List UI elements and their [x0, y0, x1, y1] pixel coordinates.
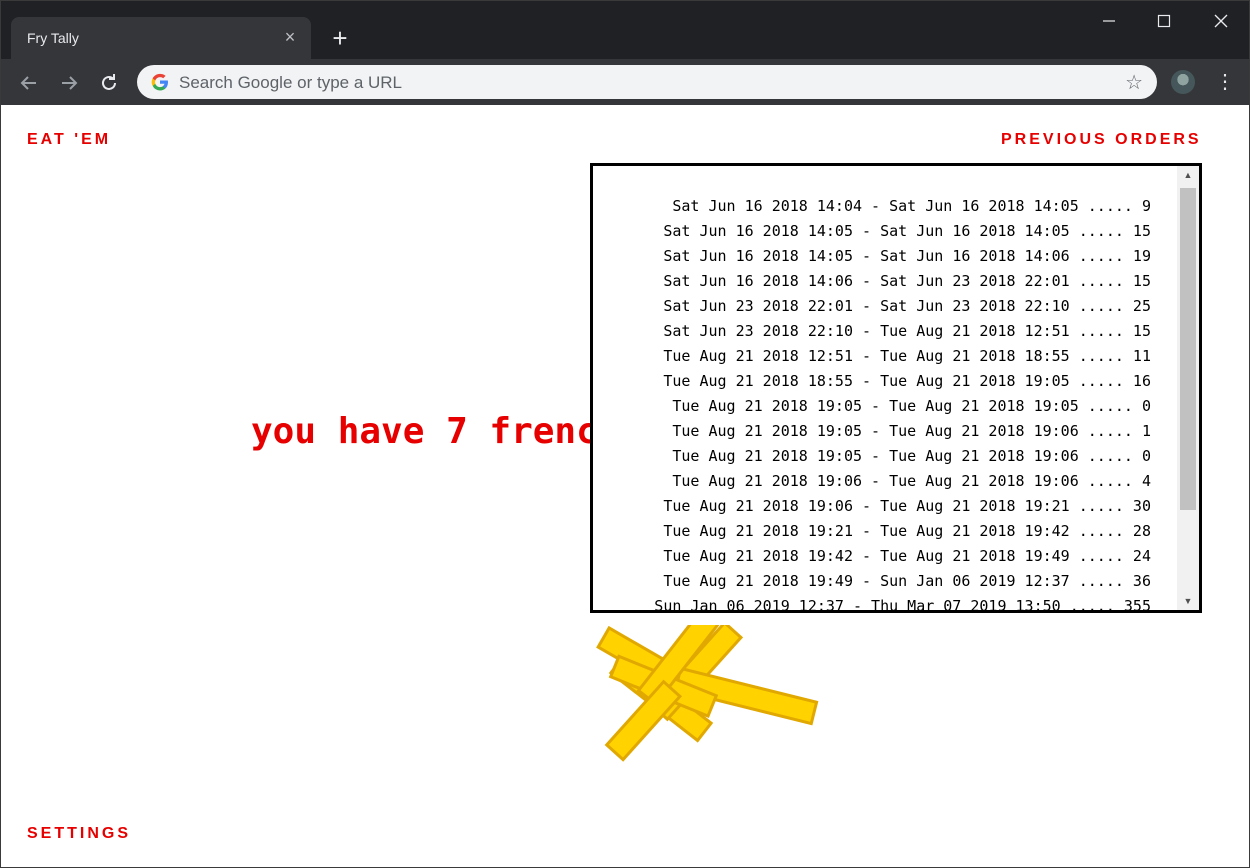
- order-row: Sat Jun 16 2018 14:06 - Sat Jun 23 2018 …: [663, 272, 1151, 290]
- scroll-thumb[interactable]: [1180, 188, 1196, 510]
- previous-orders-panel[interactable]: Sat Jun 16 2018 14:04 - Sat Jun 16 2018 …: [590, 163, 1202, 613]
- order-row: Sat Jun 16 2018 14:04 - Sat Jun 16 2018 …: [672, 197, 1151, 215]
- maximize-icon[interactable]: [1148, 9, 1180, 33]
- page-content: EAT 'EM PREVIOUS ORDERS SETTINGS you hav…: [1, 105, 1249, 867]
- window-close-icon[interactable]: [1205, 9, 1237, 33]
- browser-window: Fry Tally × + Search Google or type a UR…: [0, 0, 1250, 868]
- google-icon: [151, 73, 168, 91]
- tab-close-icon[interactable]: ×: [279, 26, 301, 48]
- order-row: Sat Jun 23 2018 22:10 - Tue Aug 21 2018 …: [663, 322, 1151, 340]
- order-row: Tue Aug 21 2018 19:42 - Tue Aug 21 2018 …: [663, 547, 1151, 565]
- order-row: Tue Aug 21 2018 19:21 - Tue Aug 21 2018 …: [663, 522, 1151, 540]
- order-row: Tue Aug 21 2018 19:05 - Tue Aug 21 2018 …: [672, 422, 1151, 440]
- order-row: Tue Aug 21 2018 19:05 - Tue Aug 21 2018 …: [672, 397, 1151, 415]
- order-row: Tue Aug 21 2018 19:49 - Sun Jan 06 2019 …: [663, 572, 1151, 590]
- reload-icon[interactable]: [97, 71, 121, 95]
- order-row: Tue Aug 21 2018 19:06 - Tue Aug 21 2018 …: [672, 472, 1151, 490]
- new-tab-button[interactable]: +: [326, 25, 354, 53]
- browser-tab[interactable]: Fry Tally ×: [11, 17, 311, 59]
- back-arrow-icon[interactable]: [17, 71, 41, 95]
- forward-arrow-icon[interactable]: [57, 71, 81, 95]
- scroll-down-arrow-icon[interactable]: ▼: [1177, 592, 1199, 610]
- order-row: Sat Jun 16 2018 14:05 - Sat Jun 16 2018 …: [663, 222, 1151, 240]
- order-row: Tue Aug 21 2018 19:06 - Tue Aug 21 2018 …: [663, 497, 1151, 515]
- minimize-icon[interactable]: [1093, 9, 1125, 33]
- tab-title: Fry Tally: [27, 30, 79, 46]
- profile-avatar[interactable]: [1171, 70, 1195, 94]
- order-row: Tue Aug 21 2018 12:51 - Tue Aug 21 2018 …: [663, 347, 1151, 365]
- order-row: Tue Aug 21 2018 19:05 - Tue Aug 21 2018 …: [672, 447, 1151, 465]
- address-input[interactable]: Search Google or type a URL: [179, 73, 402, 93]
- order-row: Sun Jan 06 2019 12:37 - Thu Mar 07 2019 …: [654, 597, 1151, 613]
- previous-orders-link[interactable]: PREVIOUS ORDERS: [1001, 131, 1202, 149]
- fry-count-message: you have 7 frenc: [251, 411, 598, 452]
- order-row: Tue Aug 21 2018 18:55 - Tue Aug 21 2018 …: [663, 372, 1151, 390]
- settings-link[interactable]: SETTINGS: [27, 825, 131, 843]
- title-bar: Fry Tally × +: [1, 1, 1249, 59]
- browser-toolbar: Search Google or type a URL ☆ ⋮: [1, 59, 1249, 105]
- scroll-up-arrow-icon[interactable]: ▲: [1177, 166, 1199, 184]
- order-row: Sat Jun 16 2018 14:05 - Sat Jun 16 2018 …: [663, 247, 1151, 265]
- bookmark-star-icon[interactable]: ☆: [1125, 70, 1143, 95]
- orders-list: Sat Jun 16 2018 14:04 - Sat Jun 16 2018 …: [593, 194, 1151, 613]
- order-row: Sat Jun 23 2018 22:01 - Sat Jun 23 2018 …: [663, 297, 1151, 315]
- address-bar[interactable]: Search Google or type a URL ☆: [137, 65, 1157, 99]
- french-fries-image: [596, 625, 819, 762]
- kebab-menu-icon[interactable]: ⋮: [1215, 69, 1235, 95]
- orders-scrollbar[interactable]: ▲ ▼: [1177, 166, 1199, 610]
- eat-em-link[interactable]: EAT 'EM: [27, 131, 111, 149]
